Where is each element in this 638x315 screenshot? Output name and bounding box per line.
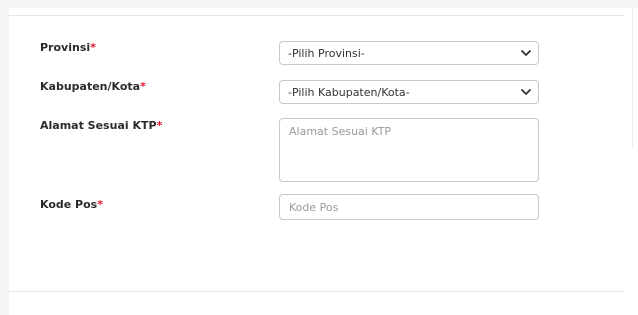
required-asterisk: *: [156, 119, 163, 132]
chevron-down-icon: [521, 50, 531, 56]
alamat-textarea[interactable]: Alamat Sesuai KTP: [279, 118, 539, 182]
kabupaten-label-text: Kabupaten/Kota: [40, 80, 141, 93]
required-asterisk: *: [97, 198, 103, 211]
alamat-label: Alamat Sesuai KTP*: [40, 119, 162, 132]
provinsi-label: Provinsi*: [40, 41, 96, 54]
alamat-placeholder: Alamat Sesuai KTP: [289, 125, 392, 138]
kode-pos-input[interactable]: Kode Pos: [279, 194, 539, 220]
kode-pos-label-text: Kode Pos: [40, 198, 98, 211]
required-asterisk: *: [90, 41, 96, 54]
kode-pos-label: Kode Pos*: [40, 198, 103, 211]
chevron-down-icon: [521, 89, 531, 95]
right-panel-edge: [632, 8, 638, 148]
kode-pos-placeholder: Kode Pos: [289, 200, 339, 214]
provinsi-select-value: -Pilih Provinsi-: [288, 46, 365, 60]
provinsi-select[interactable]: -Pilih Provinsi-: [279, 41, 539, 65]
kabupaten-select[interactable]: -Pilih Kabupaten/Kota-: [279, 80, 539, 104]
address-form-card: Provinsi* -Pilih Provinsi- Kabupaten/Kot…: [9, 8, 638, 315]
required-asterisk: *: [140, 80, 146, 93]
bottom-divider: [9, 291, 624, 292]
alamat-label-text: Alamat Sesuai KTP: [40, 119, 157, 132]
kabupaten-label: Kabupaten/Kota*: [40, 80, 146, 93]
provinsi-label-text: Provinsi: [40, 41, 91, 54]
kabupaten-select-value: -Pilih Kabupaten/Kota-: [288, 85, 410, 99]
top-divider: [9, 15, 624, 16]
